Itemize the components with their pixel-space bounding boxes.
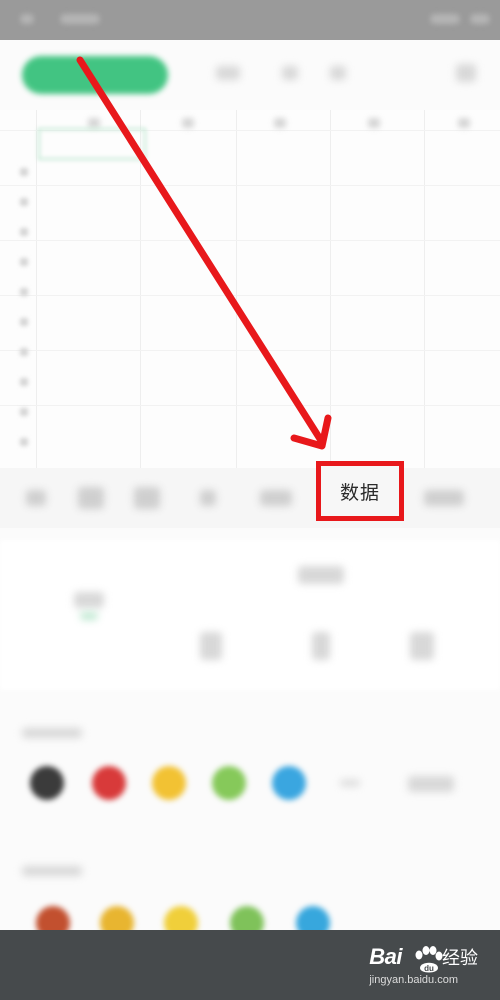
color-swatch[interactable] xyxy=(212,766,246,800)
grid-line xyxy=(0,350,500,351)
panel-item-indicator xyxy=(80,612,98,620)
more-colors-button[interactable] xyxy=(408,776,454,792)
tab-icon[interactable] xyxy=(200,490,216,506)
keyboard-icon[interactable] xyxy=(26,490,46,506)
grid-line xyxy=(0,240,500,241)
color-swatch[interactable] xyxy=(272,766,306,800)
column-header[interactable] xyxy=(458,118,470,128)
tab-review[interactable] xyxy=(424,490,464,506)
column-header[interactable] xyxy=(88,118,100,128)
row-number[interactable] xyxy=(20,168,28,176)
grid-line xyxy=(330,110,331,470)
watermark-brand-cn: 经验 xyxy=(442,948,478,968)
tab-start[interactable] xyxy=(260,490,292,506)
toolbar-icon[interactable] xyxy=(216,66,240,80)
italic-icon[interactable] xyxy=(312,632,330,660)
panel-title xyxy=(298,566,344,584)
section-heading xyxy=(22,728,82,738)
column-header[interactable] xyxy=(182,118,194,128)
section-heading xyxy=(22,866,82,876)
row-number[interactable] xyxy=(20,198,28,206)
color-swatch[interactable] xyxy=(152,766,186,800)
toolbar-icon[interactable] xyxy=(282,66,298,80)
row-number[interactable] xyxy=(20,228,28,236)
row-number[interactable] xyxy=(20,318,28,326)
color-swatch[interactable] xyxy=(92,766,126,800)
column-header[interactable] xyxy=(368,118,380,128)
color-swatch[interactable] xyxy=(30,766,64,800)
toolbar-icon[interactable] xyxy=(330,66,346,80)
row-number[interactable] xyxy=(20,288,28,296)
spreadsheet-grid[interactable] xyxy=(0,110,500,470)
row-number[interactable] xyxy=(20,408,28,416)
status-bar xyxy=(0,0,500,40)
new-button[interactable] xyxy=(22,56,168,94)
selected-cell[interactable] xyxy=(38,128,146,160)
tab-icon[interactable] xyxy=(78,487,104,509)
grid-line xyxy=(36,110,37,470)
watermark: Bai 经验 xyxy=(369,944,478,970)
watermark-url: jingyan.baidu.com xyxy=(369,974,458,986)
row-number[interactable] xyxy=(20,378,28,386)
tab-data[interactable]: 数据 xyxy=(316,461,404,521)
tab-data-label: 数据 xyxy=(339,482,380,504)
row-number[interactable] xyxy=(20,258,28,266)
menu-icon[interactable] xyxy=(456,64,476,82)
row-number[interactable] xyxy=(20,348,28,356)
column-header[interactable] xyxy=(274,118,286,128)
grid-line xyxy=(0,295,500,296)
watermark-brand: Bai xyxy=(369,944,402,969)
panel-section xyxy=(0,540,500,690)
grid-line xyxy=(140,110,141,470)
divider xyxy=(340,780,360,786)
row-number[interactable] xyxy=(20,438,28,446)
bold-icon[interactable] xyxy=(200,632,222,660)
grid-line xyxy=(236,110,237,470)
underline-icon[interactable] xyxy=(410,632,434,660)
panel-item-label[interactable] xyxy=(74,592,104,608)
grid-line xyxy=(0,185,500,186)
grid-line xyxy=(424,110,425,470)
tab-icon[interactable] xyxy=(134,487,160,509)
grid-line xyxy=(0,405,500,406)
